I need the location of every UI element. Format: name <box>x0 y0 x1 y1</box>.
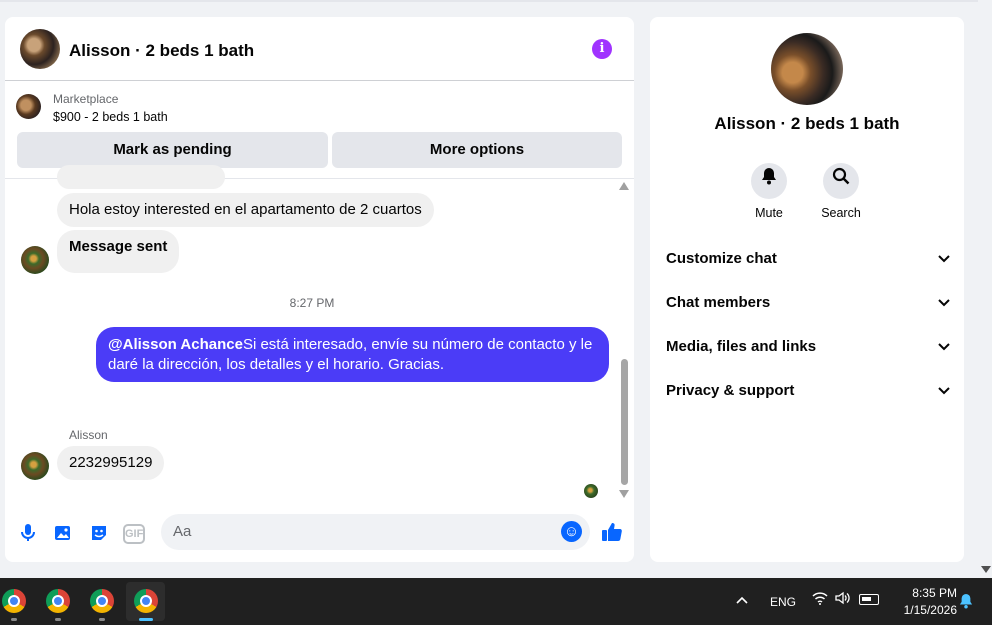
running-indicator <box>99 618 105 621</box>
taskbar-chrome-window[interactable] <box>0 582 33 621</box>
chrome-icon <box>46 589 70 613</box>
message-scrollbar[interactable] <box>619 179 631 509</box>
chevron-down-icon <box>938 379 950 403</box>
section-label: Chat members <box>666 294 771 311</box>
mark-as-pending-button[interactable]: Mark as pending <box>17 132 328 168</box>
wifi-icon[interactable] <box>812 591 828 609</box>
chat-members-section[interactable]: Chat members <box>666 291 950 315</box>
sticker-icon[interactable] <box>88 523 110 545</box>
conversation-info-panel: Alisson · 2 beds 1 bath Mute Search Cust… <box>650 17 964 562</box>
seen-receipt-avatar <box>584 484 598 498</box>
chat-title[interactable]: Alisson · 2 beds 1 bath <box>69 41 254 61</box>
privacy-support-section[interactable]: Privacy & support <box>666 379 950 403</box>
sender-name: Alisson <box>69 428 108 442</box>
chevron-down-icon <box>938 291 950 315</box>
scroll-down-arrow-icon[interactable] <box>619 490 629 498</box>
scroll-thumb[interactable] <box>621 359 628 485</box>
section-label: Customize chat <box>666 250 777 267</box>
show-hidden-icons-chevron-up-icon[interactable] <box>736 591 748 607</box>
running-indicator <box>11 618 17 621</box>
running-indicator <box>139 618 153 621</box>
page-scroll-down-arrow-icon[interactable] <box>981 566 991 573</box>
gif-icon[interactable]: GIF <box>123 524 145 544</box>
clock-time[interactable]: 8:35 PM <box>895 586 957 600</box>
listing-source: Marketplace <box>53 92 119 106</box>
user-mention[interactable]: @Alisson Achance <box>108 336 243 353</box>
conversation-avatar[interactable] <box>20 29 60 69</box>
window-top-border <box>0 0 978 2</box>
chrome-icon <box>90 589 114 613</box>
chrome-icon <box>134 589 158 613</box>
chrome-icon <box>2 589 26 613</box>
media-files-links-section[interactable]: Media, files and links <box>666 335 950 359</box>
info-icon[interactable]: i <box>592 39 612 59</box>
battery-icon[interactable] <box>859 594 879 605</box>
mute-button[interactable]: Mute <box>741 163 797 220</box>
more-options-button[interactable]: More options <box>332 132 622 168</box>
side-panel-title[interactable]: Alisson · 2 beds 1 bath <box>650 114 964 134</box>
section-label: Privacy & support <box>666 382 795 399</box>
thumbs-up-icon[interactable] <box>599 521 625 547</box>
microphone-icon[interactable] <box>17 523 39 545</box>
taskbar-chrome-window-active[interactable] <box>126 582 165 621</box>
chat-panel: Alisson · 2 beds 1 bath i Marketplace $9… <box>5 17 634 562</box>
search-button[interactable]: Search <box>813 163 869 220</box>
emoji-icon[interactable]: ☺ <box>561 521 582 542</box>
taskbar-chrome-window[interactable] <box>38 582 77 621</box>
search-label: Search <box>821 206 861 220</box>
incoming-message: Message sent <box>57 230 180 273</box>
message-composer: GIF Aa ☺ <box>5 509 634 562</box>
section-label: Media, files and links <box>666 338 817 355</box>
input-language[interactable]: ENG <box>770 595 796 609</box>
chevron-down-icon <box>938 247 950 271</box>
listing-price-title[interactable]: $900 - 2 beds 1 bath <box>53 110 168 124</box>
sender-avatar[interactable] <box>21 452 49 480</box>
clock-date[interactable]: 1/15/2026 <box>895 603 957 617</box>
volume-icon[interactable] <box>835 591 851 609</box>
taskbar-chrome-window[interactable] <box>82 582 121 621</box>
windows-taskbar: ENG 8:35 PM 1/15/2026 <box>0 578 992 625</box>
notification-bell-icon[interactable] <box>959 593 973 613</box>
sender-avatar[interactable] <box>21 246 49 274</box>
profile-avatar[interactable] <box>771 33 843 105</box>
message-input[interactable]: Aa ☺ <box>161 514 590 550</box>
bell-icon <box>751 163 787 199</box>
chevron-down-icon <box>938 335 950 359</box>
listing-thumbnail[interactable] <box>16 94 41 119</box>
incoming-message: Hola estoy interested en el apartamento … <box>57 193 434 227</box>
message-list[interactable]: Hola estoy interested en el apartamento … <box>5 165 634 509</box>
mute-label: Mute <box>755 206 783 220</box>
photo-icon[interactable] <box>52 523 74 545</box>
chat-header: Alisson · 2 beds 1 bath i <box>5 17 634 81</box>
scroll-up-arrow-icon[interactable] <box>619 182 629 190</box>
running-indicator <box>55 618 61 621</box>
message-input-placeholder: Aa <box>173 523 192 540</box>
incoming-message: 2232995129 <box>57 446 165 480</box>
message-timestamp: 8:27 PM <box>289 296 335 310</box>
customize-chat-section[interactable]: Customize chat <box>666 247 950 271</box>
message-bubble-clipped <box>57 165 225 189</box>
search-icon <box>823 163 859 199</box>
outgoing-message: @Alisson AchanceSi está interesado, enví… <box>96 327 609 382</box>
